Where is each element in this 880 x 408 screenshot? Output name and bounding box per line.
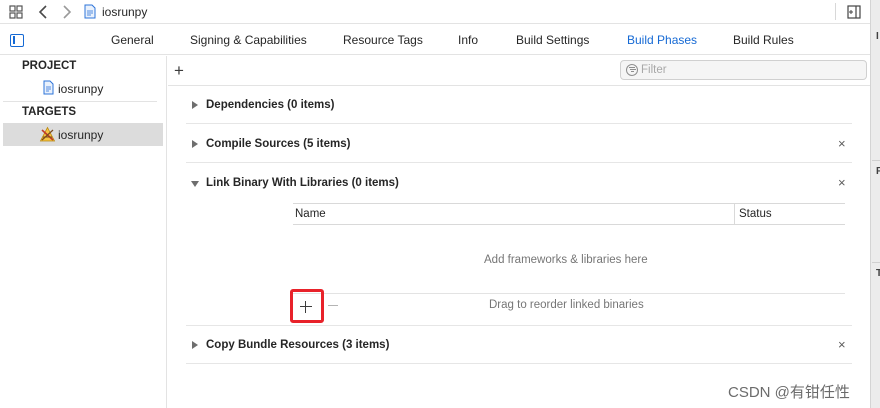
drag-reorder-hint: Drag to reorder linked binaries — [489, 299, 644, 311]
tab-build-settings[interactable]: Build Settings — [516, 33, 589, 47]
targets-section-header: TARGETS — [22, 106, 77, 118]
editor-tab-bar: General Signing & Capabilities Resource … — [0, 25, 870, 55]
inspector-edge: I F T — [870, 0, 880, 408]
tab-build-phases[interactable]: Build Phases — [627, 33, 697, 47]
project-target-navigator: PROJECT iosrunpy TARGETS iosrunpy — [0, 56, 167, 408]
forward-chevron-icon[interactable] — [59, 4, 75, 20]
delete-phase-icon[interactable]: × — [838, 337, 846, 352]
tab-resource-tags[interactable]: Resource Tags — [343, 33, 423, 47]
project-file-icon — [84, 4, 96, 19]
project-file-icon — [43, 80, 54, 95]
phase-title: Link Binary With Libraries (0 items) — [206, 177, 399, 189]
tab-info[interactable]: Info — [458, 33, 478, 47]
table-footer-divider — [293, 293, 845, 294]
phase-copy-bundle-resources[interactable]: Copy Bundle Resources (3 items) × — [186, 326, 852, 364]
remove-library-minus-icon[interactable] — [328, 305, 338, 307]
inspector-letter: T — [876, 268, 880, 279]
inspector-divider — [872, 160, 880, 161]
inspector-letter: I — [876, 31, 879, 42]
project-item[interactable]: iosrunpy — [3, 77, 163, 100]
tab-general[interactable]: General — [111, 33, 154, 47]
inspector-letter: F — [876, 166, 880, 177]
filter-input[interactable] — [641, 62, 861, 78]
disclosure-triangle-icon[interactable] — [192, 101, 198, 109]
editor-jump-bar: iosrunpy — [0, 0, 870, 24]
disclosure-triangle-icon[interactable] — [192, 140, 198, 148]
empty-libraries-hint: Add frameworks & libraries here — [484, 254, 648, 266]
project-item-label: iosrunpy — [58, 82, 104, 96]
tab-build-rules[interactable]: Build Rules — [733, 33, 794, 47]
project-section-header: PROJECT — [22, 60, 77, 72]
column-separator[interactable] — [734, 204, 735, 224]
inspector-toggle-icon[interactable] — [847, 5, 861, 19]
disclosure-triangle-open-icon[interactable] — [191, 181, 199, 187]
add-build-phase-button[interactable]: + — [174, 62, 184, 79]
column-header-status[interactable]: Status — [739, 208, 772, 220]
breadcrumb[interactable]: iosrunpy — [102, 5, 147, 19]
delete-phase-icon[interactable]: × — [838, 175, 846, 190]
toolbar-divider — [835, 3, 836, 20]
filter-icon — [626, 64, 638, 76]
highlight-annotation-box — [290, 289, 324, 323]
filter-field[interactable] — [620, 60, 867, 80]
phase-title: Dependencies (0 items) — [206, 99, 335, 111]
disclosure-triangle-icon[interactable] — [192, 341, 198, 349]
build-phases-editor: + Dependencies (0 items) Compile Sources… — [168, 56, 870, 408]
inspector-divider — [872, 262, 880, 263]
sidebar-toggle-icon[interactable] — [10, 34, 24, 47]
phase-dependencies[interactable]: Dependencies (0 items) — [186, 86, 852, 124]
tab-signing-capabilities[interactable]: Signing & Capabilities — [190, 33, 307, 47]
watermark-text: CSDN @有钳任性 — [728, 384, 850, 401]
delete-phase-icon[interactable]: × — [838, 136, 846, 151]
phase-title: Compile Sources (5 items) — [206, 138, 351, 150]
app-target-icon — [39, 126, 56, 142]
target-item-label: iosrunpy — [58, 128, 104, 142]
linked-libraries-table-header: Name Status — [293, 203, 845, 225]
navigator-divider — [3, 101, 157, 102]
related-items-grid-icon[interactable] — [9, 5, 23, 19]
column-header-name[interactable]: Name — [295, 208, 326, 220]
target-item[interactable]: iosrunpy — [3, 123, 163, 146]
phase-title: Copy Bundle Resources (3 items) — [206, 339, 390, 351]
back-chevron-icon[interactable] — [36, 4, 52, 20]
phase-compile-sources[interactable]: Compile Sources (5 items) × — [186, 125, 852, 163]
